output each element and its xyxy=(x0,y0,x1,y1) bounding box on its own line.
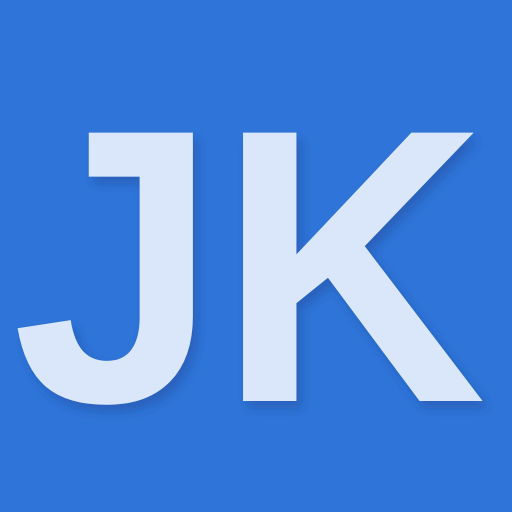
avatar-initials: JK xyxy=(12,48,486,484)
avatar-tile: JK xyxy=(0,0,512,512)
initials-logo: JK xyxy=(12,48,486,484)
